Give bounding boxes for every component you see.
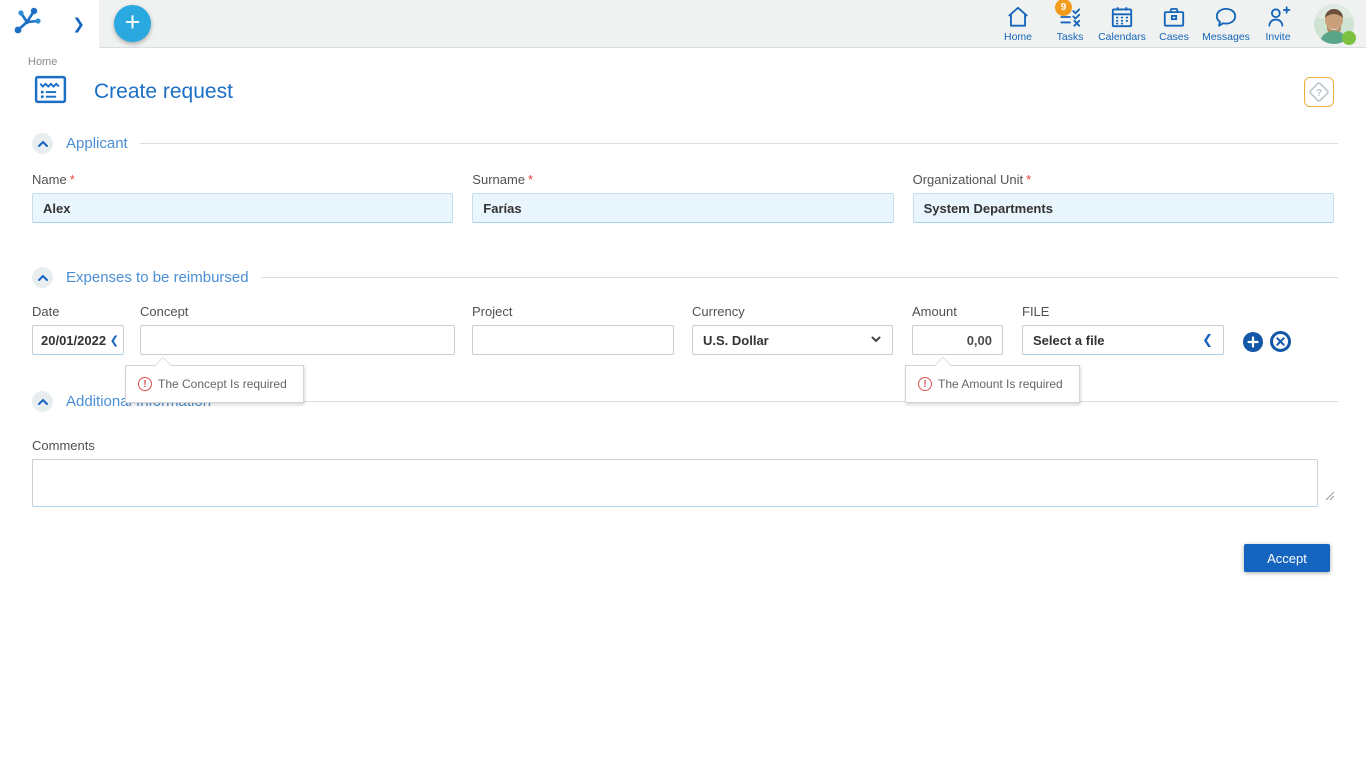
field-label-surname: Surname * [472, 172, 534, 187]
nav-label: Cases [1159, 31, 1189, 43]
file-field[interactable]: Select a file ❮ [1022, 325, 1224, 355]
expenses-fields-row: Date 20/01/2022 ❮ Concept Project Curren… [32, 304, 1338, 403]
process-help-button[interactable]: ? [1304, 77, 1334, 107]
page-title: Create request [94, 80, 233, 103]
section-expenses: Expenses to be reimbursed Date 20/01/202… [32, 267, 1338, 403]
nav-item-tasks[interactable]: 9 Tasks [1044, 0, 1096, 45]
date-field[interactable]: 20/01/2022 ❮ [32, 325, 124, 355]
surname-field[interactable]: Farías [472, 193, 894, 223]
organizational-unit-field[interactable]: System Departments [912, 193, 1334, 223]
amount-field[interactable]: 0,00 [912, 325, 1003, 355]
breadcrumb[interactable]: Home [28, 56, 1338, 68]
required-asterisk: * [69, 172, 75, 187]
section-divider [260, 277, 1338, 278]
section-header-expenses: Expenses to be reimbursed [32, 267, 1338, 288]
field-label-file: FILE [1022, 304, 1050, 319]
top-navigation: Home 9 Tasks Calendars Cases Messages In… [992, 0, 1366, 45]
date-picker-collapse-icon[interactable]: ❮ [110, 334, 119, 347]
required-asterisk: * [528, 172, 534, 187]
file-collapse-icon[interactable]: ❮ [1202, 332, 1213, 348]
message-bubble-icon [1213, 4, 1239, 30]
nav-label: Invite [1265, 31, 1291, 43]
section-additional-information: Additional Information Comments [32, 391, 1338, 512]
comments-textarea[interactable] [32, 459, 1318, 507]
field-label-currency: Currency [692, 304, 745, 319]
calendar-icon [1109, 4, 1135, 30]
app-logo-icon[interactable] [10, 4, 44, 43]
amount-error-tooltip: ! The Amount Is required [905, 357, 1080, 403]
concept-field[interactable] [140, 325, 455, 355]
section-title: Applicant [66, 135, 128, 152]
nav-item-cases[interactable]: Cases [1148, 2, 1200, 45]
user-avatar[interactable] [1314, 3, 1356, 45]
nav-label: Calendars [1098, 31, 1146, 43]
top-bar: ❯ + Home 9 Tasks Calendars Cases Message… [0, 0, 1366, 48]
home-icon [1005, 4, 1031, 30]
project-field[interactable] [472, 325, 674, 355]
field-label-organizational-unit: Organizational Unit * [912, 172, 1032, 187]
section-divider [139, 143, 1338, 144]
applicant-fields-row: Name * Alex Surname * Farías Organizationa… [32, 172, 1338, 223]
main-content: Home Create request ? Applicant Name * A… [0, 56, 1366, 572]
chevron-down-icon [870, 333, 882, 348]
name-field[interactable]: Alex [32, 193, 454, 223]
remove-row-button[interactable] [1270, 331, 1291, 352]
briefcase-icon [1161, 4, 1187, 30]
collapse-applicant-button[interactable] [32, 133, 53, 154]
comments-wrap [32, 459, 1338, 512]
collapse-expenses-button[interactable] [32, 267, 53, 288]
field-label-concept: Concept [140, 304, 189, 319]
field-label-date: Date [32, 304, 60, 319]
resize-handle[interactable] [1325, 488, 1335, 506]
field-label-name: Name * [32, 172, 75, 187]
section-header-applicant: Applicant [32, 133, 1338, 154]
form-icon [32, 71, 69, 113]
field-label-comments: Comments [32, 438, 95, 453]
nav-label: Messages [1202, 31, 1250, 43]
add-row-button[interactable] [1243, 331, 1263, 352]
nav-label: Tasks [1056, 31, 1084, 43]
concept-error-tooltip: ! The Concept Is required [125, 357, 304, 403]
nav-label: Home [1003, 31, 1032, 43]
nav-item-calendars[interactable]: Calendars [1096, 2, 1148, 45]
form-actions: Accept [32, 544, 1338, 572]
accept-button[interactable]: Accept [1244, 544, 1330, 572]
field-label-project: Project [472, 304, 513, 319]
new-case-button[interactable]: + [114, 5, 151, 42]
row-actions [1243, 331, 1291, 352]
error-text: The Concept Is required [158, 377, 287, 391]
expand-menu-chevron-icon[interactable]: ❯ [72, 15, 85, 33]
nav-item-messages[interactable]: Messages [1200, 2, 1252, 45]
error-icon: ! [918, 377, 932, 391]
section-title: Expenses to be reimbursed [66, 269, 249, 286]
svg-text:?: ? [1316, 88, 1322, 99]
online-status-dot [1342, 30, 1356, 45]
nav-item-invite[interactable]: Invite [1252, 2, 1304, 45]
invite-user-icon [1265, 4, 1291, 30]
section-divider [223, 401, 1338, 402]
page-header: Create request ? [32, 71, 1338, 113]
nav-item-home[interactable]: Home [992, 2, 1044, 45]
required-asterisk: * [1026, 172, 1032, 187]
currency-select[interactable]: U.S. Dollar [692, 325, 893, 355]
field-label-amount: Amount [912, 304, 957, 319]
logo-area: ❯ [0, 0, 99, 48]
collapse-additional-button[interactable] [32, 391, 53, 412]
error-icon: ! [138, 377, 152, 391]
error-text: The Amount Is required [938, 377, 1063, 391]
section-applicant: Applicant Name * Alex Surname * Farías Org… [32, 133, 1338, 223]
